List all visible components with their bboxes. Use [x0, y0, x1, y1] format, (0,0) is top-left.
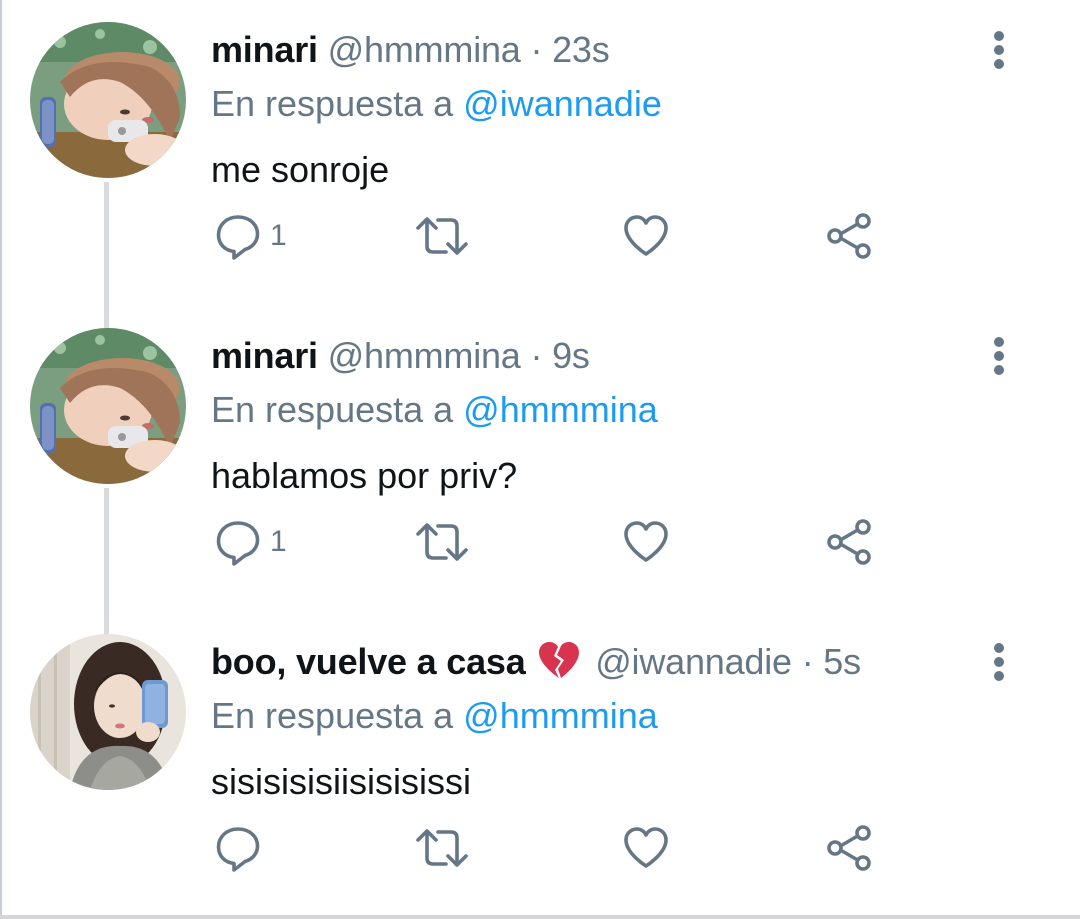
vertical-ellipsis-icon: [994, 643, 1004, 681]
tweet-text: me sonroje: [211, 149, 390, 190]
vertical-ellipsis-icon: [994, 337, 1004, 375]
reply-count: 1: [270, 525, 287, 558]
tweet-header: minari @hmmmina · 9s: [211, 332, 590, 380]
tweet-actions: 1: [0, 512, 1080, 572]
share-button[interactable]: [826, 512, 874, 572]
user-handle[interactable]: @iwannadie: [595, 641, 792, 682]
retweet-button[interactable]: [414, 206, 470, 266]
reply-to-link[interactable]: @hmmmina: [463, 389, 658, 430]
like-button[interactable]: [622, 818, 670, 878]
reply-button[interactable]: 1: [214, 206, 287, 266]
speech-bubble-icon: [216, 827, 260, 872]
reply-to-link[interactable]: @hmmmina: [463, 695, 658, 736]
tweet-item[interactable]: minari @hmmmina · 9s En respuesta a @hmm…: [0, 306, 1080, 612]
reply-button[interactable]: [214, 818, 270, 878]
separator-dot: ·: [530, 335, 543, 376]
display-name[interactable]: minari: [211, 29, 318, 70]
speech-bubble-icon: [216, 215, 260, 260]
retweet-arrows-icon: [416, 217, 468, 255]
share-nodes-icon: [827, 825, 871, 871]
reply-count: 1: [270, 219, 287, 252]
tweet-item[interactable]: minari @hmmmina · 23s En respuesta a @iw…: [0, 0, 1080, 306]
tweet-text: hablamos por priv?: [211, 455, 518, 496]
reply-context: En respuesta a @hmmmina: [211, 692, 658, 740]
timestamp[interactable]: 9s: [552, 335, 590, 376]
retweet-button[interactable]: [414, 818, 470, 878]
more-options-button[interactable]: [984, 640, 1014, 684]
share-nodes-icon: [827, 519, 871, 565]
share-button[interactable]: [826, 818, 874, 878]
tweet-text: sisisisisiisisisissi: [211, 761, 471, 802]
reply-prefix: En respuesta a: [211, 695, 454, 736]
avatar[interactable]: [30, 634, 186, 790]
reply-to-link[interactable]: @iwannadie: [463, 83, 662, 124]
timestamp[interactable]: 5s: [823, 641, 861, 682]
reply-prefix: En respuesta a: [211, 83, 454, 124]
retweet-arrows-icon: [416, 829, 468, 867]
avatar[interactable]: [30, 328, 186, 484]
timestamp[interactable]: 23s: [552, 29, 610, 70]
heart-outline-icon: [624, 827, 668, 868]
reply-prefix: En respuesta a: [211, 389, 454, 430]
reply-context: En respuesta a @iwannadie: [211, 80, 662, 128]
broken-heart-icon: [537, 640, 581, 692]
display-name[interactable]: boo, vuelve a casa: [211, 641, 526, 682]
speech-bubble-icon: [216, 521, 260, 566]
tweet-item[interactable]: boo, vuelve a casa @iwannadie · 5s En re…: [0, 612, 1080, 915]
display-name[interactable]: minari: [211, 335, 318, 376]
reply-button[interactable]: 1: [214, 512, 287, 572]
tweet-header: minari @hmmmina · 23s: [211, 26, 610, 74]
reply-context: En respuesta a @hmmmina: [211, 386, 658, 434]
retweet-arrows-icon: [416, 523, 468, 561]
avatar[interactable]: [30, 22, 186, 178]
vertical-ellipsis-icon: [994, 31, 1004, 69]
user-handle[interactable]: @hmmmina: [328, 29, 521, 70]
like-button[interactable]: [622, 512, 670, 572]
tweet-header: boo, vuelve a casa @iwannadie · 5s: [211, 638, 861, 692]
more-options-button[interactable]: [984, 334, 1014, 378]
user-handle[interactable]: @hmmmina: [328, 335, 521, 376]
heart-outline-icon: [624, 521, 668, 562]
heart-outline-icon: [624, 215, 668, 256]
separator-dot: ·: [530, 29, 543, 70]
tweet-actions: 1: [0, 206, 1080, 266]
share-nodes-icon: [827, 213, 871, 259]
tweet-actions: [0, 818, 1080, 878]
bottom-divider: [0, 915, 1080, 919]
more-options-button[interactable]: [984, 28, 1014, 72]
like-button[interactable]: [622, 206, 670, 266]
retweet-button[interactable]: [414, 512, 470, 572]
separator-dot: ·: [801, 641, 814, 682]
share-button[interactable]: [826, 206, 874, 266]
